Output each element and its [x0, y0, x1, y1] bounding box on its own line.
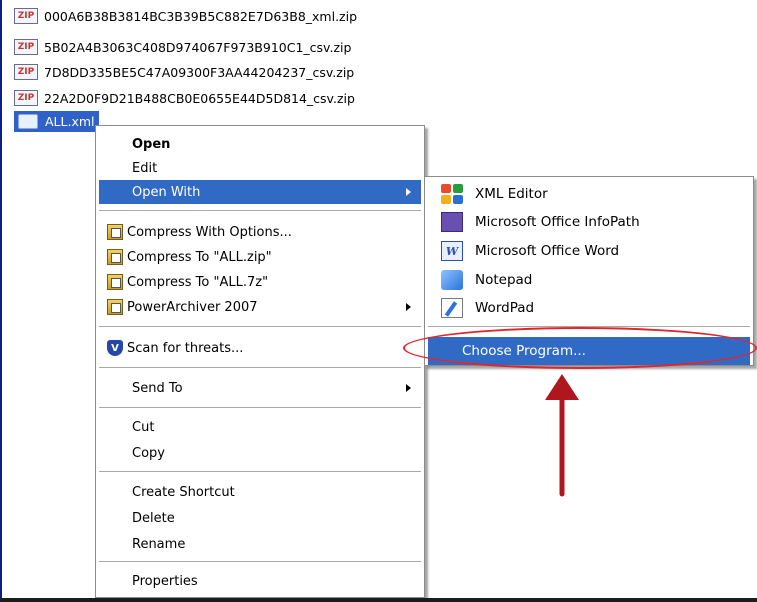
menu-separator	[99, 471, 421, 472]
menu-item-compress-to-zip[interactable]: Compress To "ALL.zip"	[99, 245, 421, 269]
file-name: 5B02A4B3063C408D974067F973B910C1_csv.zip	[44, 39, 352, 55]
notepad-icon	[441, 270, 463, 290]
context-menu: Open Edit Open With Compress With Option…	[95, 125, 425, 598]
zip-file-icon: ZIP	[14, 8, 38, 24]
submenu-arrow-icon	[406, 384, 411, 392]
archive-icon	[107, 224, 123, 240]
submenu-arrow-icon	[406, 303, 411, 311]
window-left-edge	[0, 0, 2, 602]
submenu-item-xml-editor[interactable]: XML Editor	[428, 180, 750, 208]
xml-file-icon	[14, 111, 42, 132]
menu-item-cut[interactable]: Cut	[99, 415, 421, 439]
menu-separator	[99, 407, 421, 408]
menu-item-compress-with-options[interactable]: Compress With Options...	[99, 220, 421, 244]
shield-icon: V	[107, 340, 123, 356]
window-bottom-edge	[0, 598, 757, 602]
submenu-item-infopath[interactable]: Microsoft Office InfoPath	[428, 208, 750, 236]
wordpad-icon	[441, 298, 463, 318]
submenu-arrow-icon	[406, 188, 411, 196]
selected-file-item[interactable]: ALL.xml	[14, 111, 99, 132]
file-item[interactable]: ZIP 7D8DD335BE5C47A09300F3AA44204237_csv…	[14, 62, 354, 82]
menu-item-send-to[interactable]: Send To	[99, 376, 421, 400]
menu-separator	[99, 210, 421, 211]
file-item[interactable]: ZIP 5B02A4B3063C408D974067F973B910C1_csv…	[14, 37, 351, 57]
menu-item-compress-to-7z[interactable]: Compress To "ALL.7z"	[99, 270, 421, 294]
file-name: 22A2D0F9D21B488CB0E0655E44D5D814_csv.zip	[44, 90, 355, 106]
submenu-item-wordpad[interactable]: WordPad	[428, 294, 750, 322]
zip-file-icon: ZIP	[14, 39, 38, 55]
menu-separator	[99, 326, 421, 327]
file-item[interactable]: ZIP 000A6B38B3814BC3B39B5C882E7D63B8_xml…	[14, 6, 357, 26]
menu-item-properties[interactable]: Properties	[99, 569, 421, 593]
annotation-ellipse	[403, 327, 757, 369]
zip-file-icon: ZIP	[14, 64, 38, 80]
file-name: 000A6B38B3814BC3B39B5C882E7D63B8_xml.zip	[44, 8, 358, 24]
xml-editor-icon	[441, 184, 463, 204]
archive-icon	[107, 249, 123, 265]
infopath-icon	[441, 212, 463, 232]
word-icon: W	[441, 241, 463, 261]
menu-separator	[99, 561, 421, 562]
menu-item-open[interactable]: Open	[99, 132, 421, 156]
menu-item-powerarchiver[interactable]: PowerArchiver 2007	[99, 295, 421, 319]
file-name: ALL.xml	[42, 111, 99, 132]
menu-item-copy[interactable]: Copy	[99, 441, 421, 465]
submenu-item-notepad[interactable]: Notepad	[428, 266, 750, 294]
menu-separator	[99, 367, 421, 368]
archive-icon	[107, 299, 123, 315]
file-name: 7D8DD335BE5C47A09300F3AA44204237_csv.zip	[44, 64, 355, 80]
menu-item-rename[interactable]: Rename	[99, 532, 421, 556]
menu-item-create-shortcut[interactable]: Create Shortcut	[99, 480, 421, 504]
menu-item-edit[interactable]: Edit	[99, 156, 421, 180]
file-item[interactable]: ZIP 22A2D0F9D21B488CB0E0655E44D5D814_csv…	[14, 88, 355, 108]
menu-item-open-with[interactable]: Open With	[99, 180, 421, 204]
menu-item-scan-for-threats[interactable]: V Scan for threats...	[99, 336, 421, 360]
archive-icon	[107, 274, 123, 290]
submenu-item-word[interactable]: W Microsoft Office Word	[428, 237, 750, 265]
menu-item-delete[interactable]: Delete	[99, 506, 421, 530]
zip-file-icon: ZIP	[14, 90, 38, 106]
